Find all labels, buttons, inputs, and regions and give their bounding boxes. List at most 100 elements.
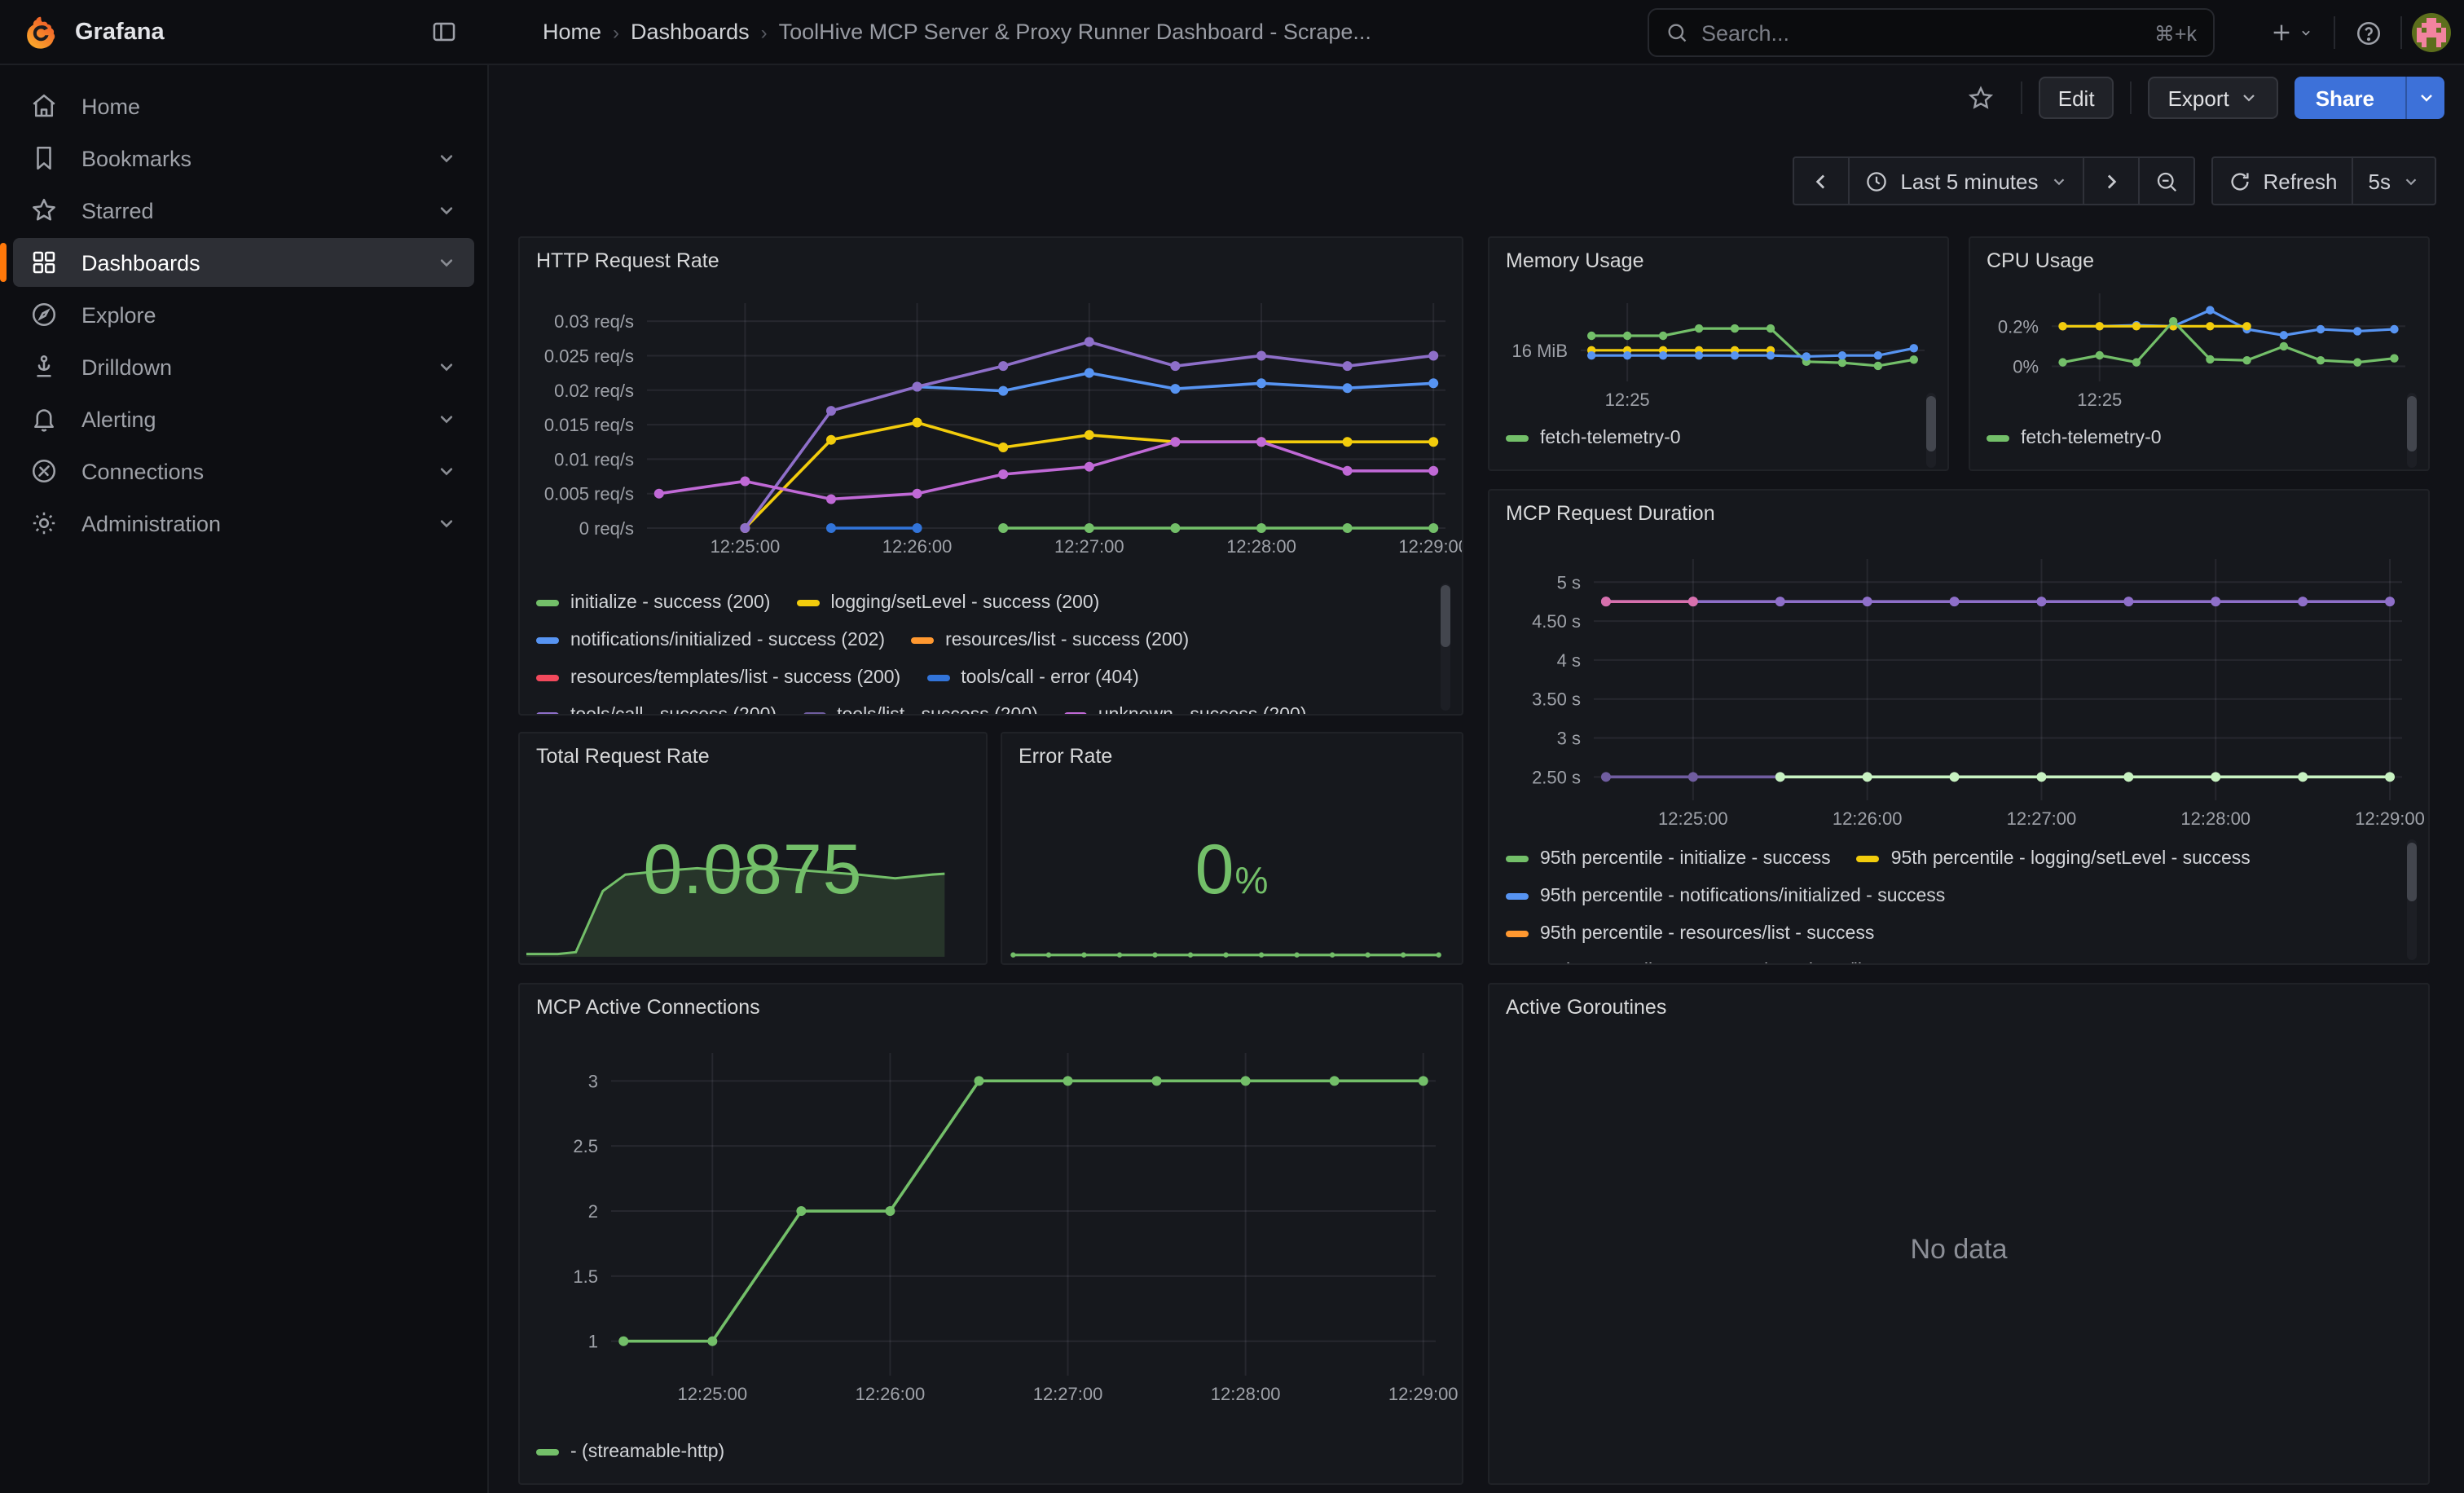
- legend-swatch: [536, 1449, 559, 1456]
- sidebar-item-starred[interactable]: Starred: [13, 186, 474, 235]
- legend-swatch: [1506, 930, 1529, 936]
- legend-item[interactable]: initialize - success (200): [536, 592, 770, 612]
- sidebar-item-connections[interactable]: Connections: [13, 447, 474, 495]
- legend-item[interactable]: fetch-telemetry-0: [1506, 429, 1681, 448]
- edit-button[interactable]: Edit: [2039, 77, 2114, 119]
- svg-text:12:26:00: 12:26:00: [882, 536, 953, 557]
- favorite-star-icon[interactable]: [1959, 75, 2004, 121]
- mcp-active-connections-chart[interactable]: 12:25:0012:26:0012:27:0012:28:0012:29:00…: [520, 984, 1462, 1483]
- user-avatar[interactable]: [2412, 13, 2451, 52]
- breadcrumb-item[interactable]: Dashboards: [631, 20, 750, 44]
- breadcrumb-item: ToolHive MCP Server & Proxy Runner Dashb…: [779, 20, 1371, 44]
- panel-title[interactable]: Total Request Rate: [536, 745, 710, 768]
- mcp-request-duration-chart[interactable]: 12:25:0012:26:0012:27:0012:28:0012:29:00…: [1489, 491, 2428, 963]
- svg-text:2: 2: [588, 1201, 598, 1222]
- sidebar-item-label: Bookmarks: [81, 146, 435, 170]
- refresh-button[interactable]: Refresh: [2212, 158, 2353, 204]
- legend-label: fetch-telemetry-0: [2021, 429, 2162, 448]
- zoom-out-button[interactable]: [2139, 158, 2193, 204]
- svg-text:12:25:00: 12:25:00: [1658, 808, 1728, 829]
- svg-text:12:28:00: 12:28:00: [2180, 808, 2251, 829]
- legend-label: fetch-telemetry-0: [1540, 429, 1681, 448]
- time-shift-forward-button[interactable]: [2083, 158, 2139, 204]
- legend-swatch: [1064, 711, 1087, 716]
- legend-item[interactable]: 95th percentile - resources/list - succe…: [1506, 923, 1874, 943]
- apps-icon: [29, 248, 59, 277]
- chevron-down-icon: [435, 147, 458, 170]
- svg-text:12:28:00: 12:28:00: [1211, 1384, 1281, 1404]
- svg-text:12:26:00: 12:26:00: [856, 1384, 926, 1404]
- memory-usage-chart[interactable]: 12:2516 MiBfetch-telemetry-0: [1489, 238, 1947, 469]
- sidebar-item-bookmarks[interactable]: Bookmarks: [13, 134, 474, 183]
- breadcrumb-separator: ›: [613, 20, 619, 43]
- legend-label: logging/setLevel - success (200): [830, 592, 1099, 612]
- legend-item[interactable]: resources/templates/list - success (200): [536, 667, 900, 687]
- chevron-down-icon: [2402, 172, 2420, 190]
- panel-title[interactable]: MCP Active Connections: [536, 996, 760, 1019]
- cpu-usage-chart[interactable]: 12:250.2%0%fetch-telemetry-0: [1970, 238, 2428, 469]
- panel-title[interactable]: Active Goroutines: [1506, 996, 1666, 1019]
- legend-scrollbar-thumb[interactable]: [2407, 396, 2417, 451]
- sidebar-item-alerting[interactable]: Alerting: [13, 394, 474, 443]
- share-button[interactable]: Share: [2295, 77, 2444, 119]
- sidebar-item-label: Dashboards: [81, 250, 435, 275]
- sidebar-item-dashboards[interactable]: Dashboards: [13, 238, 474, 287]
- panel-title[interactable]: Error Rate: [1019, 745, 1112, 768]
- time-shift-back-button[interactable]: [1794, 158, 1850, 204]
- legend-swatch: [536, 711, 559, 716]
- search-input[interactable]: Search... ⌘+k: [1648, 8, 2215, 57]
- panel-title[interactable]: Memory Usage: [1506, 249, 1644, 272]
- legend-item[interactable]: tools/list - success (200): [803, 705, 1038, 716]
- sidebar-item-drilldown[interactable]: Drilldown: [13, 342, 474, 391]
- legend-item[interactable]: 95th percentile - logging/setLevel - suc…: [1857, 848, 2251, 868]
- share-menu-caret[interactable]: [2405, 77, 2444, 119]
- legend-item[interactable]: logging/setLevel - success (200): [796, 592, 1099, 612]
- legend-scrollbar-thumb[interactable]: [1926, 396, 1936, 451]
- sidebar-item-explore[interactable]: Explore: [13, 290, 474, 339]
- legend-item[interactable]: 95th percentile - initialize - success: [1506, 848, 1831, 868]
- sidebar-collapse-icon[interactable]: [420, 9, 466, 55]
- total-request-rate-stat: 0.0875: [520, 733, 986, 963]
- legend-item[interactable]: - (streamable-http): [536, 1442, 724, 1462]
- export-button[interactable]: Export: [2149, 77, 2278, 119]
- panel-mcp-request-duration: MCP Request Duration 12:25:0012:26:0012:…: [1488, 489, 2430, 965]
- panel-memory-usage: Memory Usage 12:2516 MiBfetch-telemetry-…: [1488, 236, 1949, 471]
- time-range-picker[interactable]: Last 5 minutes: [1850, 158, 2083, 204]
- zoom-out-icon: [2154, 169, 2178, 193]
- svg-text:12:25:00: 12:25:00: [711, 536, 781, 557]
- legend-scrollbar-thumb[interactable]: [1441, 585, 1450, 647]
- chart-legend: fetch-telemetry-0: [1987, 421, 2405, 466]
- legend-item[interactable]: resources/list - success (200): [911, 630, 1189, 650]
- search-shortcut: ⌘+k: [2154, 20, 2197, 45]
- sidebar-item-administration[interactable]: Administration: [13, 499, 474, 548]
- legend-item[interactable]: 95th percentile - notifications/initiali…: [1506, 886, 1945, 905]
- dashboard-toolbar: Edit Export Share: [489, 65, 2464, 130]
- chevron-down-icon: [435, 512, 458, 535]
- panel-title[interactable]: HTTP Request Rate: [536, 249, 719, 272]
- legend-item[interactable]: fetch-telemetry-0: [1987, 429, 2162, 448]
- sidebar-item-label: Starred: [81, 198, 435, 222]
- refresh-interval-picker[interactable]: 5s: [2354, 158, 2435, 204]
- legend-scrollbar-thumb[interactable]: [2407, 843, 2417, 901]
- time-controls: Last 5 minutes Refresh 5: [1793, 156, 2436, 205]
- legend-item[interactable]: unknown - success (200): [1064, 705, 1307, 716]
- sidebar-item-home[interactable]: Home: [13, 81, 474, 130]
- grafana-logo-icon[interactable]: [23, 14, 59, 50]
- panel-http-request-rate: HTTP Request Rate 12:25:0012:26:0012:27:…: [518, 236, 1463, 716]
- legend-item[interactable]: notifications/initialized - success (202…: [536, 630, 885, 650]
- legend-item[interactable]: tools/call - success (200): [536, 705, 777, 716]
- stat-value: 0%: [1002, 831, 1462, 911]
- panel-title[interactable]: CPU Usage: [1987, 249, 2094, 272]
- legend-item[interactable]: 95th percentile - resources/templates/li…: [1506, 961, 1960, 963]
- panel-mcp-active-connections: MCP Active Connections 12:25:0012:26:001…: [518, 983, 1463, 1485]
- home-icon: [29, 91, 59, 121]
- http-request-rate-chart[interactable]: 12:25:0012:26:0012:27:0012:28:0012:29:00…: [520, 238, 1462, 714]
- breadcrumb-item[interactable]: Home: [543, 20, 601, 44]
- add-button[interactable]: [2259, 10, 2324, 55]
- chevron-down-icon: [2416, 88, 2435, 108]
- legend-label: tools/list - success (200): [837, 705, 1038, 716]
- legend-swatch: [1857, 855, 1880, 861]
- panel-title[interactable]: MCP Request Duration: [1506, 502, 1715, 525]
- help-button[interactable]: [2345, 10, 2391, 55]
- legend-item[interactable]: tools/call - error (404): [926, 667, 1139, 687]
